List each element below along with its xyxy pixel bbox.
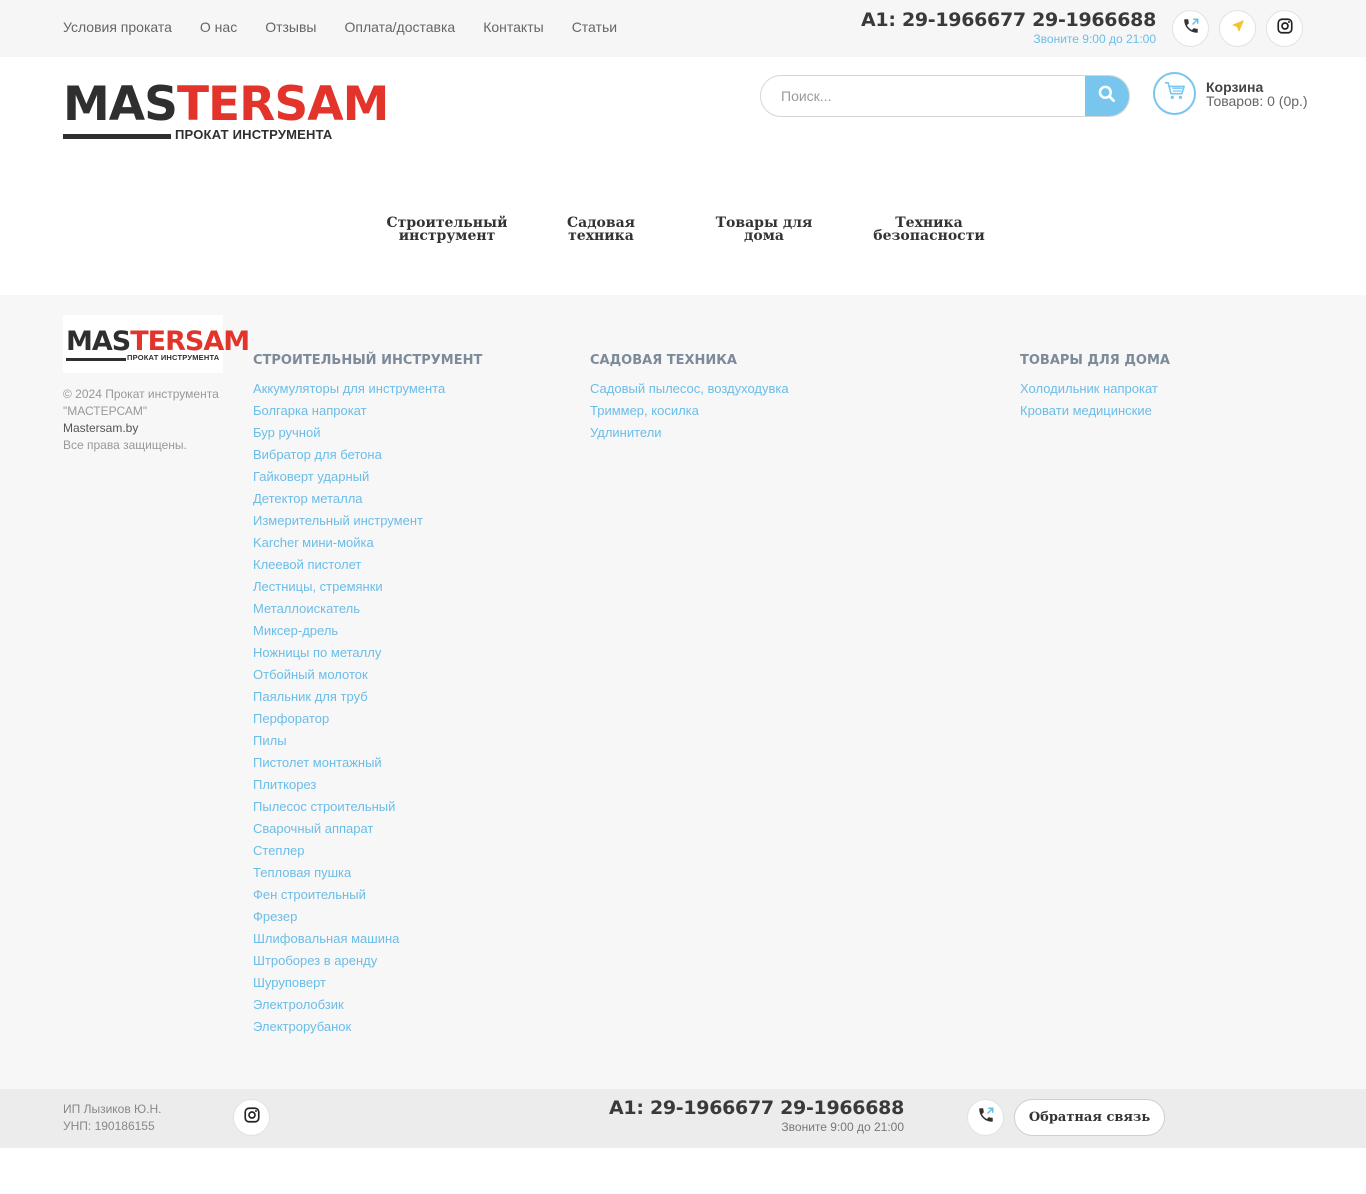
copyright-line1: © 2024 Прокат инструмента (63, 387, 219, 401)
footer-col-home-list: Холодильник напрокат Кровати медицинские (1020, 378, 1158, 422)
callback-button[interactable]: Обратная связь (1014, 1099, 1165, 1136)
footer-phone-numbers[interactable]: А1: 29-1966677 29-1966688 (609, 1097, 904, 1119)
footer-link[interactable]: Электролобзик (253, 994, 445, 1016)
category-home-goods[interactable]: Товары для дома (712, 216, 816, 243)
footer-link[interactable]: Триммер, косилка (590, 400, 789, 422)
topnav-item-rental-terms[interactable]: Условия проката (63, 19, 172, 35)
footer-link[interactable]: Аккумуляторы для инструмента (253, 378, 445, 400)
call-button[interactable] (1172, 10, 1209, 47)
footer-link[interactable]: Бур ручной (253, 422, 445, 444)
location-icon (1230, 18, 1246, 39)
header-phone-block: А1: 29-1966677 29-1966688 Звоните 9:00 д… (861, 9, 1156, 46)
footer-link[interactable]: Детектор металла (253, 488, 445, 510)
instagram-icon (243, 1106, 261, 1129)
footer-link[interactable]: Сварочный аппарат (253, 818, 445, 840)
footer-link[interactable]: Шлифовальная машина (253, 928, 445, 950)
header-phone-hours: Звоните 9:00 до 21:00 (1033, 32, 1156, 46)
site-logo[interactable]: MASTERSAM ПРОКАТ ИНСТРУМЕНТА (63, 77, 389, 144)
logo-wordmark: MASTERSAM (63, 77, 389, 132)
footer-instagram-button[interactable] (233, 1099, 270, 1136)
topnav-item-reviews[interactable]: Отзывы (265, 19, 316, 35)
cart-summary[interactable]: Корзина Товаров: 0 (0р.) (1206, 80, 1308, 108)
footer-link[interactable]: Гайковерт ударный (253, 466, 445, 488)
footer-link[interactable]: Холодильник напрокат (1020, 378, 1158, 400)
footer-link[interactable]: Пистолет монтажный (253, 752, 445, 774)
footer-link[interactable]: Кровати медицинские (1020, 400, 1158, 422)
footer-link[interactable]: Karcher мини-мойка (253, 532, 445, 554)
footer-call-button[interactable] (967, 1099, 1004, 1136)
topnav-item-articles[interactable]: Статьи (572, 19, 617, 35)
footer-link[interactable]: Садовый пылесос, воздуходувка (590, 378, 789, 400)
footer-link[interactable]: Степлер (253, 840, 445, 862)
legal-info: ИП Лызиков Ю.Н. УНП: 190186155 (63, 1101, 162, 1135)
cart-button[interactable] (1153, 72, 1196, 115)
top-nav: Условия проката О нас Отзывы Оплата/дост… (63, 19, 617, 35)
footer-col-garden-title[interactable]: Садовая техника (590, 353, 737, 368)
footer-link[interactable]: Измерительный инструмент (253, 510, 445, 532)
search-input[interactable] (761, 76, 1087, 116)
site-link[interactable]: Mastersam.by (63, 420, 228, 437)
logo-tagline: ПРОКАТ ИНСТРУМЕНТА (175, 127, 333, 142)
header-phone-numbers[interactable]: А1: 29-1966677 29-1966688 (861, 9, 1156, 31)
instagram-button[interactable] (1266, 10, 1303, 47)
footer-phone-block: А1: 29-1966677 29-1966688 Звоните 9:00 д… (609, 1097, 904, 1134)
location-button[interactable] (1219, 10, 1256, 47)
search-icon (1097, 84, 1117, 109)
category-construction-tools[interactable]: Строительный инструмент (385, 216, 509, 243)
company-name: ИП Лызиков Ю.Н. (63, 1102, 162, 1116)
instagram-icon (1276, 17, 1294, 40)
footer-link[interactable]: Болгарка напрокат (253, 400, 445, 422)
copyright-line2: "МАСТЕРСАМ" (63, 404, 148, 418)
footer-link[interactable]: Лестницы, стремянки (253, 576, 445, 598)
category-safety-equipment[interactable]: Техника безопасности (868, 216, 990, 243)
cart-title: Корзина (1206, 79, 1264, 95)
footer-link[interactable]: Металлоискатель (253, 598, 445, 620)
footer-copyright: © 2024 Прокат инструмента "МАСТЕРСАМ" Ma… (63, 386, 228, 454)
rights-text: Все права защищены. (63, 438, 187, 452)
topnav-item-contacts[interactable]: Контакты (483, 19, 543, 35)
footer-link[interactable]: Пылесос строительный (253, 796, 445, 818)
company-unp: УНП: 190186155 (63, 1119, 155, 1133)
cart-count: Товаров: 0 (0р.) (1206, 93, 1308, 109)
topnav-item-about[interactable]: О нас (200, 19, 237, 35)
footer-link[interactable]: Миксер-дрель (253, 620, 445, 642)
footer-link[interactable]: Плиткорез (253, 774, 445, 796)
footer-phone-hours: Звоните 9:00 до 21:00 (781, 1120, 904, 1134)
footer-col-garden-list: Садовый пылесос, воздуходувка Триммер, ко… (590, 378, 789, 444)
footer-logo[interactable]: MASTERSAM ПРОКАТ ИНСТРУМЕНТА (63, 315, 250, 373)
footer-link[interactable]: Вибратор для бетона (253, 444, 445, 466)
footer-logo-bar (66, 358, 126, 361)
phone-icon (1182, 17, 1200, 40)
footer-logo-tagline: ПРОКАТ ИНСТРУМЕНТА (127, 353, 220, 362)
category-garden-equipment[interactable]: Садовая техника (551, 216, 651, 243)
cart-icon (1164, 81, 1186, 106)
footer-col-construction-title[interactable]: Строительный инструмент (253, 353, 482, 368)
footer-link[interactable]: Фрезер (253, 906, 445, 928)
footer-link[interactable]: Паяльник для труб (253, 686, 445, 708)
phone-icon (977, 1106, 995, 1129)
footer-link[interactable]: Удлинители (590, 422, 789, 444)
search-box (760, 75, 1130, 117)
footer-link[interactable]: Фен строительный (253, 884, 445, 906)
footer-link[interactable]: Электрорубанок (253, 1016, 445, 1038)
topnav-item-payment-delivery[interactable]: Оплата/доставка (345, 19, 456, 35)
footer-link[interactable]: Шуруповерт (253, 972, 445, 994)
footer-link[interactable]: Штроборез в аренду (253, 950, 445, 972)
footer-col-construction-list: Аккумуляторы для инструмента Болгарка нап… (253, 378, 445, 1038)
footer-link[interactable]: Перфоратор (253, 708, 445, 730)
footer-col-home-title[interactable]: Товары для дома (1020, 353, 1170, 368)
footer-link[interactable]: Отбойный молоток (253, 664, 445, 686)
footer-link[interactable]: Клеевой пистолет (253, 554, 445, 576)
footer-link[interactable]: Пилы (253, 730, 445, 752)
footer-link[interactable]: Тепловая пушка (253, 862, 445, 884)
logo-bar (63, 134, 171, 139)
footer-link[interactable]: Ножницы по металлу (253, 642, 445, 664)
search-button[interactable] (1085, 76, 1129, 116)
